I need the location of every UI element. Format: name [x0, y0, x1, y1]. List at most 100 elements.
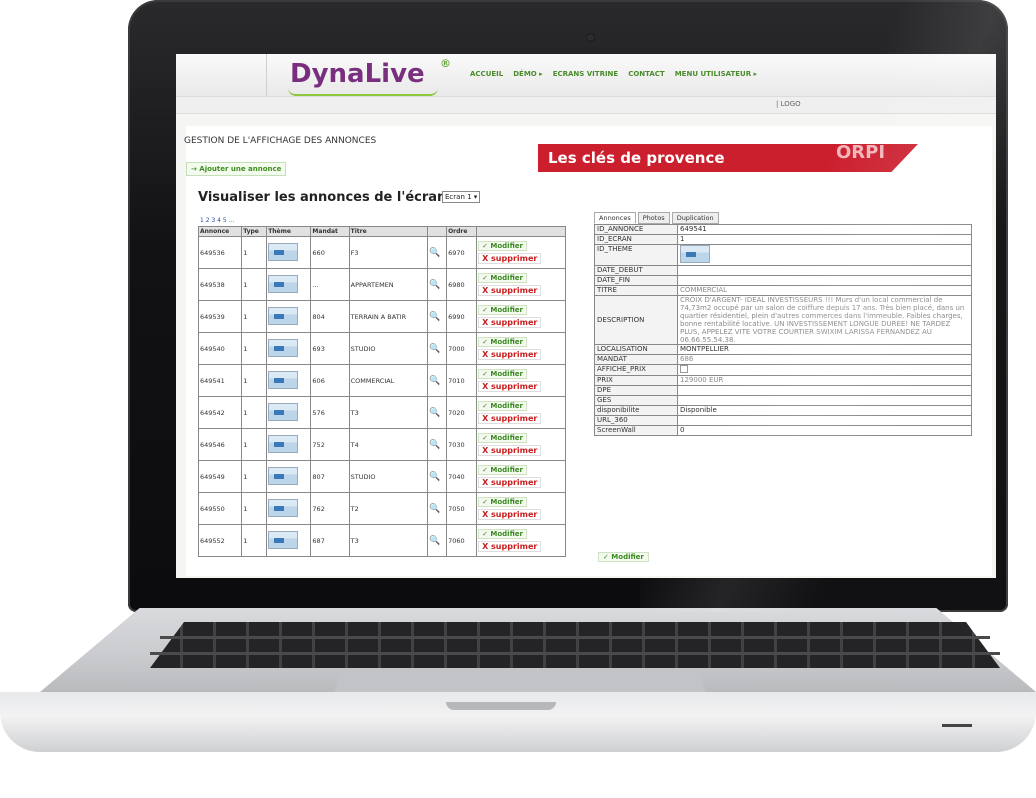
col-annonce[interactable]: Annonce — [197, 226, 243, 237]
table-row[interactable]: 649536 1 660 F3 🔍 6970 ✓ Modifier X supprimer — [197, 236, 566, 269]
detail-modify-button[interactable]: ✓ Modifier — [598, 552, 649, 562]
col-titre[interactable]: Titre — [348, 226, 429, 237]
tab-duplication[interactable]: Duplication — [671, 212, 719, 224]
cell-titre: STUDIO — [348, 460, 429, 493]
cell-theme — [266, 364, 312, 397]
laptop-keyboard — [150, 622, 1000, 668]
cell-theme — [266, 428, 312, 461]
modify-button[interactable]: ✓ Modifier — [478, 529, 527, 539]
detail-value: 129000 EUR — [677, 375, 972, 386]
delete-button[interactable]: X supprimer — [478, 413, 542, 424]
table-row[interactable]: 649542 1 576 T3 🔍 7020 ✓ Modifier X supprimer — [197, 396, 566, 429]
delete-button[interactable]: X supprimer — [478, 317, 542, 328]
delete-button[interactable]: X supprimer — [478, 477, 542, 488]
cell-ordre: 7060 — [446, 524, 478, 557]
cell-type: 1 — [241, 460, 268, 493]
magnifier-icon[interactable]: 🔍 — [429, 440, 440, 450]
modify-button[interactable]: ✓ Modifier — [478, 369, 527, 379]
cell-ordre: 6980 — [446, 268, 478, 301]
pagination[interactable]: 1 2 3 4 5 ... — [200, 217, 234, 224]
magnifier-icon[interactable]: 🔍 — [429, 536, 440, 546]
detail-value — [677, 364, 972, 376]
cell-type: 1 — [241, 428, 268, 461]
modify-button[interactable]: ✓ Modifier — [478, 273, 527, 283]
table-row[interactable]: 649539 1 804 TERRAIN A BATIR 🔍 6990 ✓ Modifier… — [197, 300, 566, 333]
tab-annonces[interactable]: Annonces — [594, 212, 636, 224]
delete-button[interactable]: X supprimer — [478, 541, 542, 552]
table-row[interactable]: 649541 1 606 COMMERCIAL 🔍 7010 ✓ Modifier X sup… — [197, 364, 566, 397]
col-theme[interactable]: Thème — [266, 226, 312, 237]
cell-annonce: 649538 — [197, 268, 243, 301]
delete-button[interactable]: X supprimer — [478, 445, 542, 456]
col-ordre[interactable]: Ordre — [446, 226, 478, 237]
modify-button[interactable]: ✓ Modifier — [478, 465, 527, 475]
cell-annonce: 649542 — [197, 396, 243, 429]
cell-theme — [266, 460, 312, 493]
magnifier-icon[interactable]: 🔍 — [429, 472, 440, 482]
cell-actions: ✓ Modifier X supprimer — [476, 236, 566, 269]
modify-button[interactable]: ✓ Modifier — [478, 241, 527, 251]
col-mandat[interactable]: Mandat — [310, 226, 350, 237]
screen-select[interactable]: Ecran 1 ▾ — [442, 191, 481, 203]
cell-titre: STUDIO — [348, 332, 429, 365]
magnifier-icon[interactable]: 🔍 — [429, 280, 440, 290]
cell-titre: TERRAIN A BATIR — [348, 300, 429, 333]
nav-menu-utilisateur[interactable]: MENU UTILISATEUR ▸ — [675, 70, 757, 78]
delete-button[interactable]: X supprimer — [478, 253, 542, 264]
table-row[interactable]: 649540 1 693 STUDIO 🔍 7000 ✓ Modifier X supprim… — [197, 332, 566, 365]
modify-button[interactable]: ✓ Modifier — [478, 497, 527, 507]
cell-mandat: ... — [310, 268, 350, 301]
table-row[interactable]: 649550 1 762 T2 🔍 7050 ✓ Modifier X supprimer — [197, 492, 566, 525]
delete-button[interactable]: X supprimer — [478, 285, 542, 296]
table-row[interactable]: 649546 1 752 T4 🔍 7030 ✓ Modifier X supprimer — [197, 428, 566, 461]
detail-row: DATE_FIN — [594, 275, 972, 286]
modify-button[interactable]: ✓ Modifier — [478, 337, 527, 347]
detail-key: ID_ECRAN — [594, 234, 678, 245]
cell-mandat: 606 — [310, 364, 350, 397]
modify-button[interactable]: ✓ Modifier — [478, 305, 527, 315]
cell-mandat: 804 — [310, 300, 350, 333]
affiche-prix-checkbox[interactable] — [680, 365, 688, 373]
modify-button[interactable]: ✓ Modifier — [478, 433, 527, 443]
col-type[interactable]: Type — [241, 226, 268, 237]
cell-mandat: 576 — [310, 396, 350, 429]
detail-value — [677, 415, 972, 426]
magnifier-icon[interactable]: 🔍 — [429, 312, 440, 322]
cell-ordre: 7020 — [446, 396, 478, 429]
cell-type: 1 — [241, 300, 268, 333]
nav-contact[interactable]: CONTACT — [628, 70, 665, 78]
delete-button[interactable]: X supprimer — [478, 381, 542, 392]
logout-link[interactable]: | LOGO — [776, 100, 801, 108]
table-row[interactable]: 649538 1... APPARTEMEN 🔍 6980 ✓ Modifier X sup… — [197, 268, 566, 301]
detail-key: PRIX — [594, 375, 678, 386]
nav-demo[interactable]: DÉMO ▸ — [513, 70, 542, 78]
theme-thumbnail-icon — [268, 306, 299, 325]
table-row[interactable]: 649552 1 687 T3 🔍 7060 ✓ Modifier X supprimer — [197, 524, 566, 557]
add-annonce-button[interactable]: → Ajouter une annonce — [186, 162, 287, 176]
cell-theme — [266, 236, 312, 269]
dynalive-logo[interactable]: DynaLive — [290, 59, 425, 89]
magnifier-icon[interactable]: 🔍 — [429, 376, 440, 386]
nav-ecrans-vitrine[interactable]: ECRANS VITRINE — [553, 70, 619, 78]
delete-button[interactable]: X supprimer — [478, 509, 542, 520]
table-header-row: Annonce Type Thème Mandat Titre Ordre — [197, 226, 566, 237]
cell-actions: ✓ Modifier X supprimer — [476, 492, 566, 525]
cell-theme — [266, 268, 312, 301]
magnifier-icon[interactable]: 🔍 — [429, 344, 440, 354]
logo-swoosh — [288, 88, 438, 96]
nav-accueil[interactable]: ACCUEIL — [470, 70, 503, 78]
cell-theme — [266, 524, 312, 557]
magnifier-icon[interactable]: 🔍 — [429, 504, 440, 514]
col-actions — [476, 226, 566, 237]
table-row[interactable]: 649549 1 807 STUDIO 🔍 7040 ✓ Modifier X supprim… — [197, 460, 566, 493]
magnifier-icon[interactable]: 🔍 — [429, 408, 440, 418]
modify-button[interactable]: ✓ Modifier — [478, 401, 527, 411]
magnifier-icon[interactable]: 🔍 — [429, 248, 440, 258]
cell-mandat: 687 — [310, 524, 350, 557]
detail-key: ID_ANNONCE — [594, 224, 678, 235]
detail-value: 649541 — [677, 224, 972, 235]
delete-button[interactable]: X supprimer — [478, 349, 542, 360]
cell-view: 🔍 — [427, 396, 448, 429]
tab-photos[interactable]: Photos — [637, 212, 670, 224]
theme-thumbnail-icon — [268, 338, 299, 357]
